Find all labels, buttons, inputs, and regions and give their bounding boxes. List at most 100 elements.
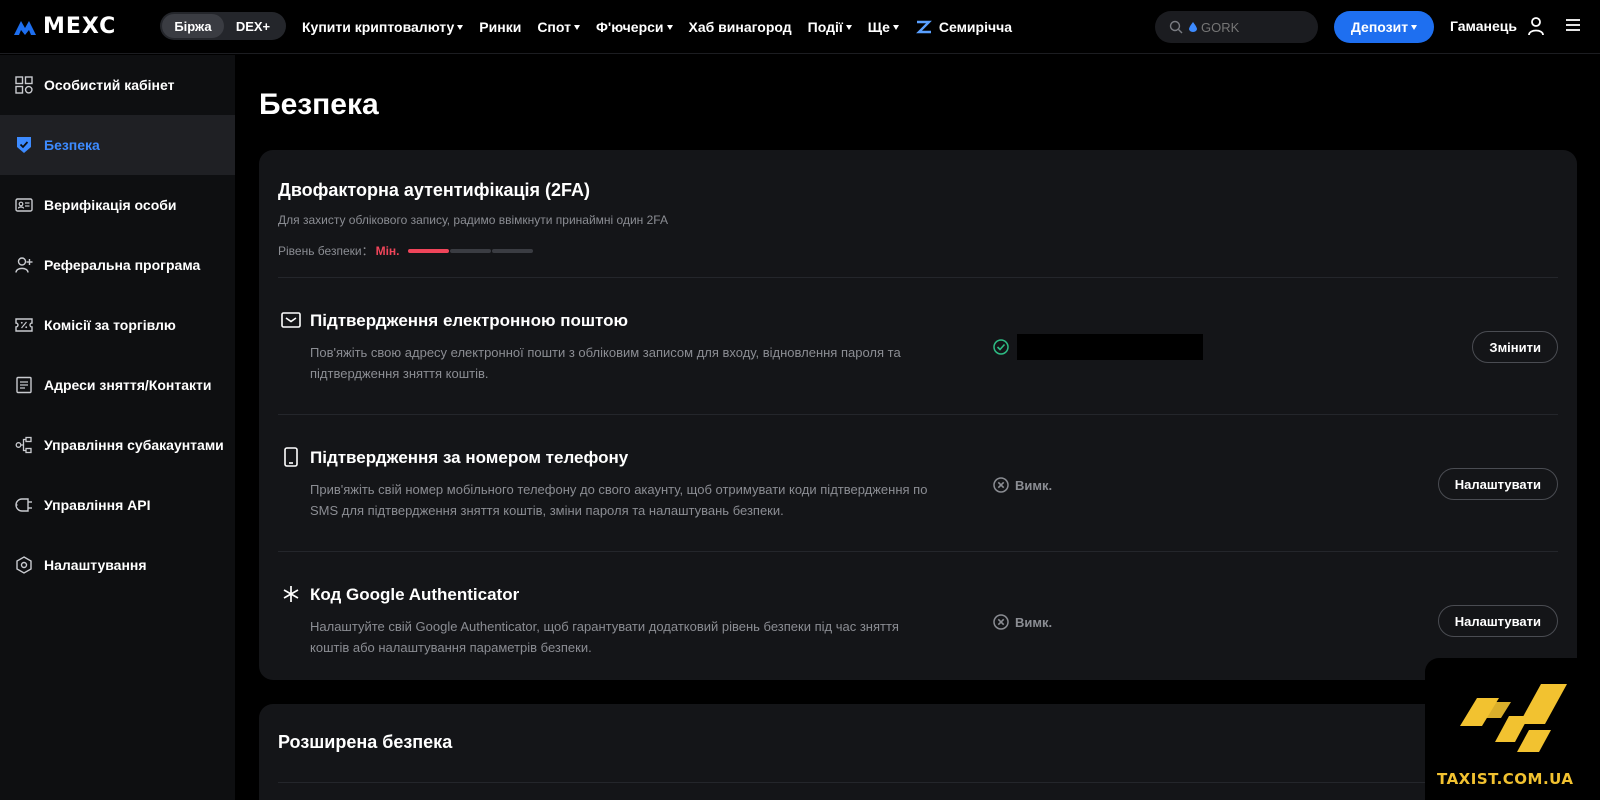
sidebar-item-referral[interactable]: Реферальна програма: [0, 235, 235, 295]
security-level-value: Мін.: [375, 243, 400, 258]
row-description: Пов'яжіть свою адресу електронної пошти …: [310, 345, 901, 381]
nav-buy-crypto[interactable]: Купити криптовалюту: [302, 19, 464, 35]
twofa-title: Двофакторна аутентифікація (2FA): [278, 180, 591, 200]
setup-google-auth-button[interactable]: Налаштувати: [1437, 605, 1558, 637]
row-title: Підтвердження електронною поштою: [310, 311, 629, 330]
twofa-card: Двофакторна аутентифікація (2FA) Для зах…: [259, 150, 1577, 680]
nav-label: Ринки: [479, 19, 522, 35]
id-card-icon: [14, 195, 34, 215]
search-box[interactable]: [1155, 11, 1318, 43]
email-verification-row: Підтвердження електронною поштою Пов'яжі…: [278, 278, 1558, 414]
sidebar-item-fees[interactable]: Комісії за торгівлю: [0, 295, 235, 355]
security-level-segment: [449, 248, 491, 253]
security-level: Рівень безпеки： Мін.: [278, 242, 534, 259]
exchange-segment: Біржа DEX+: [160, 12, 286, 40]
sidebar-item-settings[interactable]: Налаштування: [0, 535, 235, 595]
x-circle-icon: [993, 614, 1009, 630]
sidebar-item-identity[interactable]: Верифікація особи: [0, 175, 235, 235]
nav-label: Купити криптовалюту: [302, 19, 455, 35]
nav-seven-year[interactable]: Семирічча: [915, 19, 1012, 35]
deposit-button[interactable]: Депозит: [1334, 11, 1434, 43]
security-level-meter: [407, 248, 534, 253]
security-level-label: Рівень безпеки: [278, 243, 362, 258]
zigzag-icon: [915, 20, 932, 34]
phone-status-text: Вимк.: [1015, 477, 1053, 493]
deposit-label: Депозит: [1350, 19, 1409, 35]
sidebar-item-subaccounts[interactable]: Управління субакаунтами: [0, 415, 235, 475]
sidebar-item-label: Реферальна програма: [44, 257, 201, 273]
search-input[interactable]: [1201, 19, 1311, 35]
sidebar-item-api[interactable]: Управління API: [0, 475, 235, 535]
chevron-down-icon: [845, 24, 852, 30]
sidebar: Особистий кабінет Безпека Верифікація ос…: [0, 55, 235, 800]
setup-phone-button[interactable]: Налаштувати: [1437, 468, 1558, 500]
segment-dex[interactable]: DEX+: [224, 14, 282, 38]
nav-spot[interactable]: Спот: [537, 19, 580, 35]
segment-exchange[interactable]: Біржа: [162, 14, 224, 38]
email-icon: [281, 310, 301, 330]
phone-status: Вимк.: [993, 477, 1052, 493]
taxist-watermark: TAXIST.COM.UA: [1425, 658, 1600, 800]
google-auth-status: Вимк.: [993, 614, 1052, 630]
chevron-down-icon: [457, 24, 464, 30]
user-plus-icon: [14, 255, 34, 275]
wallet-link[interactable]: Гаманець: [1450, 18, 1517, 34]
brand-name: MEXC: [43, 14, 117, 39]
taxist-logo-icon: [1460, 684, 1567, 752]
nav-label: Спот: [537, 19, 571, 35]
nav-label: Ще: [867, 19, 890, 35]
sidebar-item-label: Налаштування: [44, 557, 147, 573]
sidebar-item-label: Комісії за торгівлю: [44, 317, 176, 333]
chevron-down-icon: [892, 24, 899, 30]
sidebar-item-label: Безпека: [44, 137, 100, 153]
sidebar-item-label: Верифікація особи: [44, 197, 177, 213]
search-icon: [1169, 20, 1183, 34]
sidebar-item-label: Управління API: [44, 497, 151, 513]
nav-label: Семирічча: [938, 19, 1013, 35]
nav-futures[interactable]: Ф'ючерси: [596, 19, 673, 35]
advanced-security-card: Розширена безпека: [259, 704, 1577, 800]
row-title: Код Google Authenticator: [310, 585, 520, 604]
phone-verification-row: Підтвердження за номером телефону Прив'я…: [278, 415, 1558, 551]
nav-rewards-hub[interactable]: Хаб винагород: [689, 19, 792, 35]
sidebar-item-dashboard[interactable]: Особистий кабінет: [0, 55, 235, 115]
nav-events[interactable]: Події: [808, 19, 852, 35]
nav-label: Події: [807, 19, 843, 35]
security-level-segment: [491, 248, 533, 253]
top-navigation: MEXC Біржа DEX+ Купити криптовалюту Ринк…: [0, 0, 1600, 54]
change-email-button[interactable]: Змінити: [1472, 331, 1558, 363]
fee-ticket-icon: [14, 315, 34, 335]
twofa-subtitle: Для захисту облікового запису, радимо вв…: [278, 213, 668, 227]
hamburger-menu-icon[interactable]: [1565, 18, 1581, 32]
divider: [278, 782, 1558, 783]
drop-icon: [1189, 22, 1197, 32]
chevron-down-icon: [666, 24, 673, 30]
shield-icon: [14, 135, 34, 155]
google-auth-row: Код Google Authenticator Налаштуйте свій…: [278, 552, 1558, 688]
logo[interactable]: MEXC: [12, 14, 116, 39]
user-icon[interactable]: [1527, 16, 1545, 36]
subaccount-icon: [14, 435, 34, 455]
sidebar-item-addresses[interactable]: Адреси зняття/Контакти: [0, 355, 235, 415]
google-auth-status-text: Вимк.: [1015, 614, 1053, 630]
sidebar-item-label: Особистий кабінет: [44, 77, 175, 93]
nav-more[interactable]: Ще: [868, 19, 899, 35]
security-level-segment: [407, 248, 449, 253]
row-description: Налаштуйте свій Google Authenticator, що…: [310, 619, 899, 655]
settings-hex-icon: [14, 555, 34, 575]
sidebar-item-label: Адреси зняття/Контакти: [44, 377, 212, 393]
row-title: Підтвердження за номером телефону: [310, 448, 629, 467]
nav-label: Хаб винагород: [688, 19, 792, 35]
nav-label: Ф'ючерси: [595, 19, 664, 35]
sidebar-item-security[interactable]: Безпека: [0, 115, 235, 175]
security-level-colon: ：: [361, 244, 374, 258]
advanced-security-title: Розширена безпека: [278, 732, 453, 752]
check-circle-icon: [993, 339, 1009, 355]
chevron-down-icon: [573, 24, 580, 30]
address-book-icon: [14, 375, 34, 395]
phone-icon: [281, 447, 301, 467]
nav-markets[interactable]: Ринки: [479, 19, 521, 35]
main-nav: Купити криптовалюту Ринки Спот Ф'ючерси …: [302, 0, 1028, 54]
email-status: [993, 334, 1203, 360]
x-circle-icon: [993, 477, 1009, 493]
